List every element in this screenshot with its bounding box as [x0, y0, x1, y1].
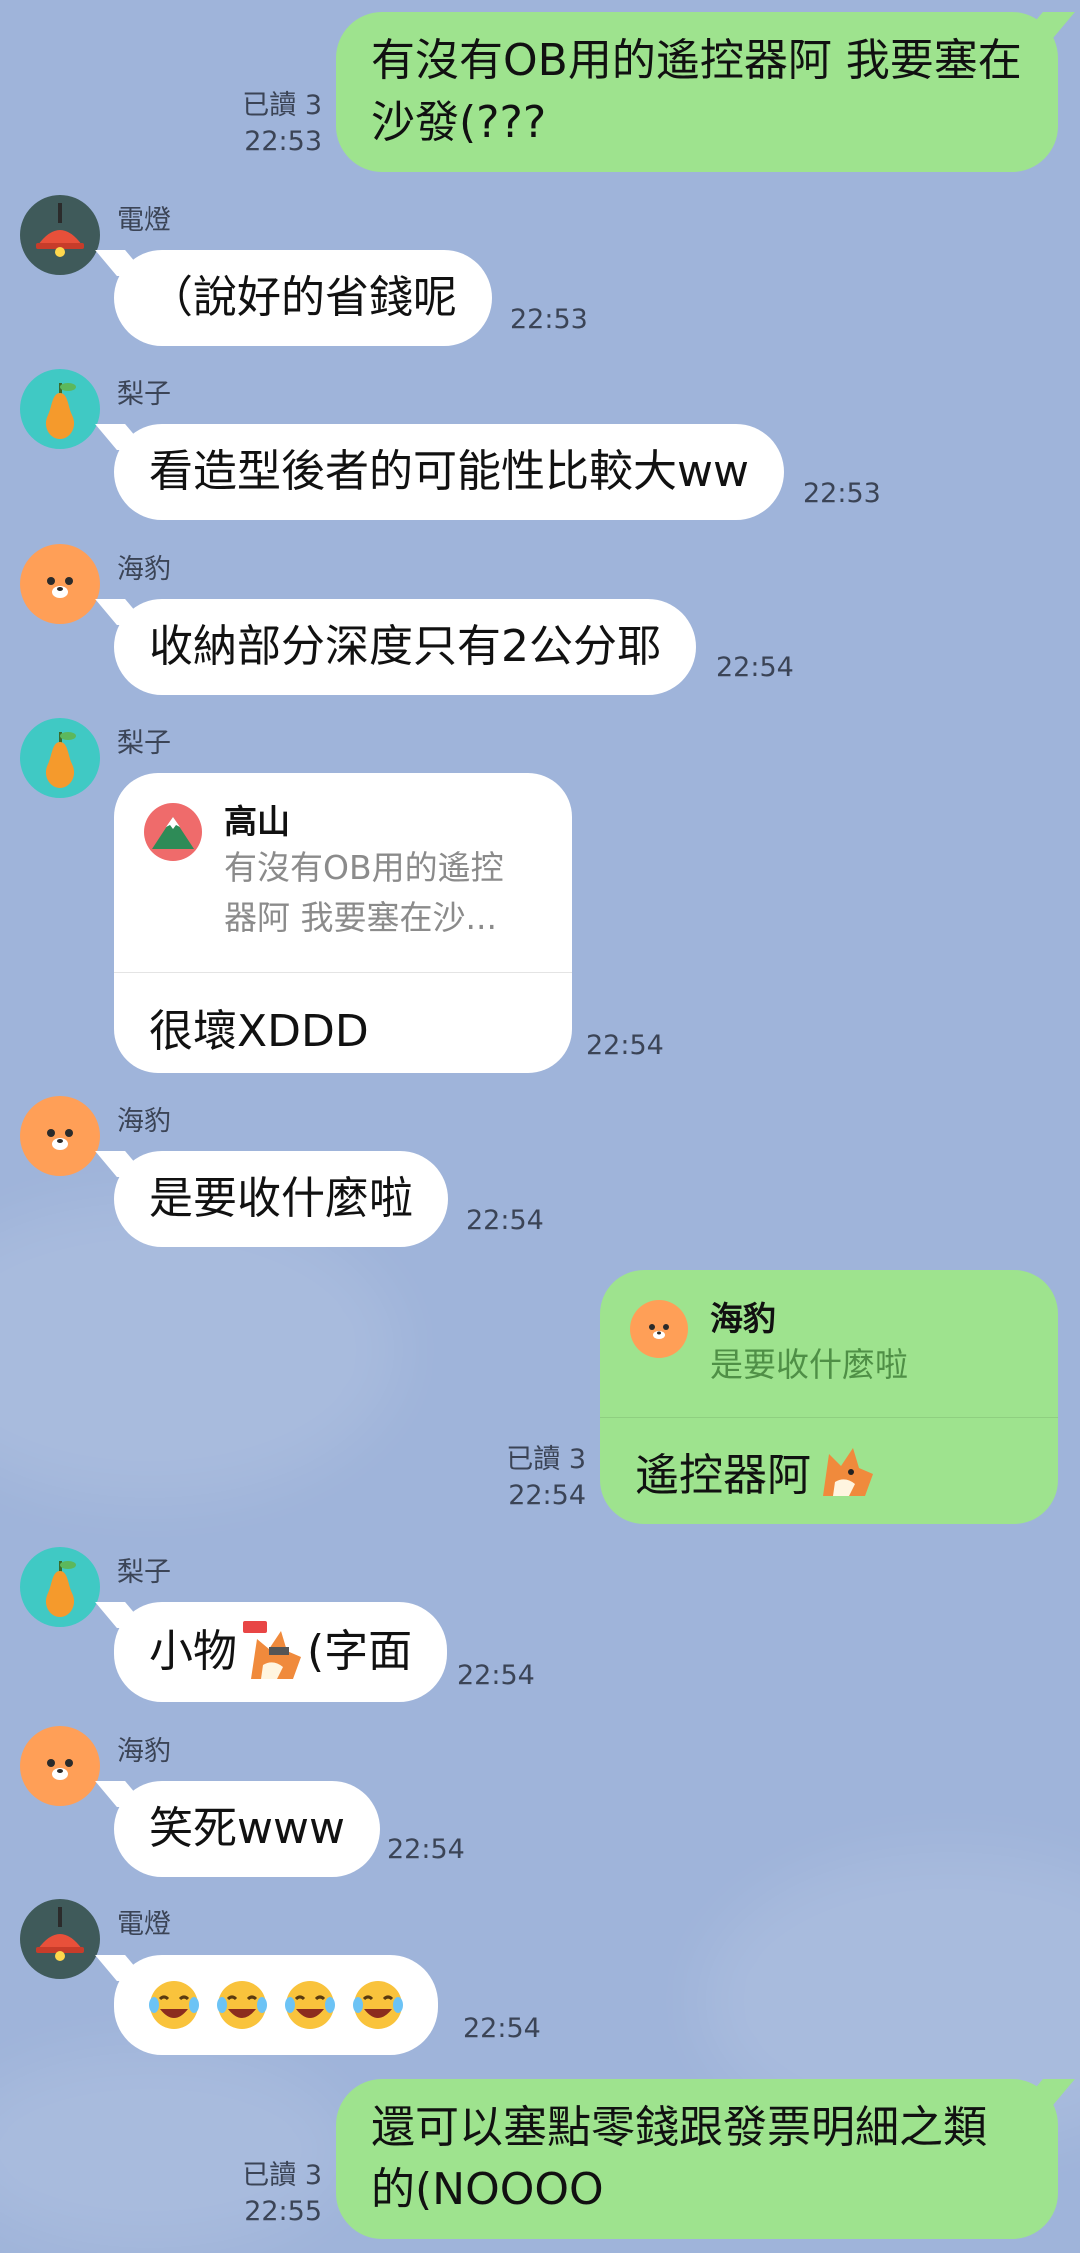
- message-time: 22:54: [387, 1834, 465, 1865]
- pear-avatar-icon[interactable]: [20, 369, 100, 449]
- laughing-tears-emoji-icon: [146, 1977, 202, 2033]
- message-time: 22:54: [457, 1660, 535, 1691]
- message-text: 收納部分深度只有2公分耶: [149, 621, 661, 672]
- message-time: 22:54: [463, 2013, 541, 2044]
- reply-card[interactable]: 海豹 是要收什麼啦 遙控器阿: [600, 1270, 1058, 1524]
- read-receipt: 已讀 3: [242, 90, 322, 121]
- message-bubble[interactable]: 有沒有OB用的遙控器阿 我要塞在沙發(???: [336, 12, 1058, 172]
- message-time: 22:54: [508, 1480, 586, 1511]
- message-time: 22:54: [716, 652, 794, 683]
- sender-name: 海豹: [117, 1106, 171, 1137]
- message-time: 22:54: [586, 1030, 664, 1061]
- quoted-message[interactable]: 高山 有沒有OB用的遙控器阿 我要塞在沙...: [114, 773, 572, 973]
- message-text: 有沒有OB用的遙控器阿 我要塞在沙發(???: [371, 35, 1022, 148]
- pear-avatar-icon[interactable]: [20, 718, 100, 798]
- read-receipt: 已讀 3: [242, 2160, 322, 2191]
- message-time: 22:53: [510, 304, 588, 335]
- sender-name: 電燈: [117, 1909, 171, 1940]
- message-text: 還可以塞點零錢跟發票明細之類的(NOOOO: [371, 2102, 987, 2215]
- message-text: 看造型後者的可能性比較大ww: [149, 446, 749, 497]
- message-bubble[interactable]: 是要收什麼啦: [114, 1151, 448, 1247]
- message-bubble[interactable]: 看造型後者的可能性比較大ww: [114, 424, 784, 520]
- message-text: （說好的省錢呢: [149, 272, 457, 323]
- message-text: 遙控器阿: [635, 1450, 811, 1501]
- message-bubble[interactable]: 笑死www: [114, 1781, 380, 1877]
- message-text: 小物: [149, 1626, 237, 1677]
- reply-card[interactable]: 高山 有沒有OB用的遙控器阿 我要塞在沙... 很壞XDDD: [114, 773, 572, 1073]
- sender-name: 梨子: [117, 379, 171, 410]
- laughing-tears-emoji-icon: [350, 1977, 406, 2033]
- chat-window[interactable]: 已讀 3 22:53 有沒有OB用的遙控器阿 我要塞在沙發(??? 電燈 （說好…: [0, 0, 1080, 2253]
- message-bubble[interactable]: （說好的省錢呢: [114, 250, 492, 346]
- message-time: 22:53: [803, 478, 881, 509]
- sender-name: 梨子: [117, 1557, 171, 1588]
- quoted-message[interactable]: 海豹 是要收什麼啦: [600, 1270, 1058, 1418]
- sender-name: 海豹: [117, 1736, 171, 1767]
- fox-sticker-icon: [815, 1438, 881, 1504]
- message-bubble[interactable]: [114, 1955, 438, 2055]
- lamp-avatar-icon[interactable]: [20, 1899, 100, 1979]
- seal-avatar-icon[interactable]: [20, 1726, 100, 1806]
- lamp-avatar-icon[interactable]: [20, 195, 100, 275]
- fox-sticker-icon: [241, 1619, 307, 1685]
- message-text: 是要收什麼啦: [149, 1173, 413, 1224]
- message-time: 22:53: [244, 126, 322, 157]
- quoted-text: 有沒有OB用的遙控器阿 我要塞在沙...: [224, 848, 504, 937]
- seal-avatar-icon: [630, 1300, 688, 1358]
- mountain-avatar-icon: [144, 803, 202, 861]
- quoted-sender: 海豹: [710, 1299, 776, 1338]
- laughing-tears-emoji-icon: [282, 1977, 338, 2033]
- message-text: 很壞XDDD: [149, 1006, 369, 1057]
- quoted-text: 是要收什麼啦: [710, 1345, 908, 1384]
- pear-avatar-icon[interactable]: [20, 1547, 100, 1627]
- sender-name: 電燈: [117, 205, 171, 236]
- message-bubble[interactable]: 小物 (字面: [114, 1602, 448, 1702]
- read-receipt: 已讀 3: [506, 1444, 586, 1475]
- sender-name: 海豹: [117, 554, 171, 585]
- message-text: 笑死www: [149, 1803, 345, 1854]
- message-bubble[interactable]: 還可以塞點零錢跟發票明細之類的(NOOOO: [336, 2079, 1058, 2239]
- message-text: (字面: [307, 1626, 413, 1677]
- message-time: 22:55: [244, 2196, 322, 2227]
- message-bubble[interactable]: 收納部分深度只有2公分耶: [114, 599, 696, 695]
- sender-name: 梨子: [117, 728, 171, 759]
- quoted-sender: 高山: [224, 802, 290, 841]
- message-time: 22:54: [466, 1205, 544, 1236]
- laughing-tears-emoji-icon: [214, 1977, 270, 2033]
- seal-avatar-icon[interactable]: [20, 544, 100, 624]
- seal-avatar-icon[interactable]: [20, 1096, 100, 1176]
